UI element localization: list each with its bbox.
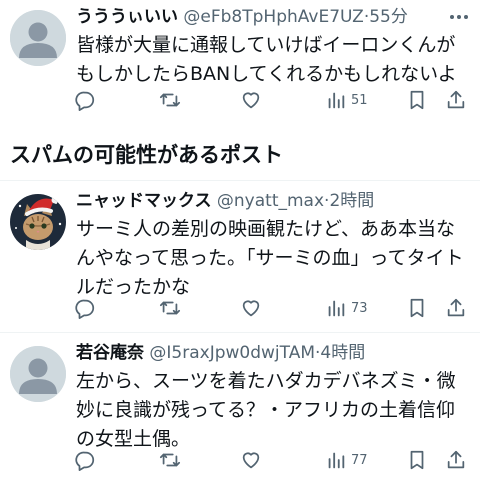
reply-button[interactable] (74, 83, 96, 117)
share-icon (447, 298, 465, 317)
view-count: 51 (351, 92, 368, 108)
bookmark-icon (410, 90, 424, 110)
person-silhouette-icon (10, 346, 66, 402)
views-icon (328, 452, 345, 469)
views-button[interactable]: 51 (325, 83, 368, 117)
share-button[interactable] (445, 443, 467, 477)
default-avatar[interactable] (10, 10, 66, 66)
author-handle[interactable]: @I5raxJpw0dwjTAM (149, 343, 315, 363)
post-time[interactable]: 4時間 (320, 343, 365, 363)
divider (0, 332, 480, 333)
bookmark-button[interactable] (406, 83, 428, 117)
reply-icon (75, 91, 95, 111)
views-button[interactable]: 73 (325, 291, 368, 325)
divider (0, 180, 480, 181)
post-text: 左から、スーツを着たハダカデバネズミ・微妙に良識が残ってる？・アフリカの土着信仰… (76, 370, 456, 450)
default-avatar[interactable] (10, 346, 66, 402)
repost-icon (159, 453, 181, 467)
author-handle[interactable]: @eFb8TpHphAvE7UZ (183, 7, 363, 27)
post-2[interactable]: ニャッドマックス @nyatt_max·2時間 サーミ人の差別の映画観たけど、あ… (0, 188, 480, 326)
action-bar: 73 (66, 291, 476, 325)
repost-button[interactable] (159, 291, 181, 325)
post-header: ニャッドマックス @nyatt_max·2時間 (76, 188, 472, 214)
like-icon (242, 92, 260, 109)
bookmark-button[interactable] (406, 291, 428, 325)
like-icon (242, 452, 260, 469)
like-button[interactable] (240, 443, 262, 477)
bookmark-icon (410, 450, 424, 470)
post-1[interactable]: うううぃいい @eFb8TpHphAvE7UZ·55分 皆様が大量に通報していけ… (0, 4, 480, 122)
views-button[interactable]: 77 (325, 443, 368, 477)
share-icon (447, 450, 465, 469)
author-name[interactable]: 若谷庵奈 (76, 343, 144, 363)
action-bar: 77 (66, 443, 476, 477)
share-button[interactable] (445, 291, 467, 325)
author-name[interactable]: ニャッドマックス (76, 191, 212, 211)
post-header: 若谷庵奈 @I5raxJpw0dwjTAM·4時間 (76, 340, 472, 366)
action-bar: 51 (66, 83, 476, 117)
repost-button[interactable] (159, 83, 181, 117)
view-count: 73 (351, 300, 368, 316)
like-button[interactable] (240, 291, 262, 325)
views-icon (328, 92, 345, 109)
repost-icon (159, 93, 181, 107)
repost-icon (159, 301, 181, 315)
like-icon (242, 300, 260, 317)
post-3[interactable]: 若谷庵奈 @I5raxJpw0dwjTAM·4時間 左から、スーツを着たハダカデ… (0, 340, 480, 483)
author-handle[interactable]: @nyatt_max (217, 191, 324, 211)
reply-button[interactable] (74, 443, 96, 477)
views-icon (328, 300, 345, 317)
repost-button[interactable] (159, 443, 181, 477)
view-count: 77 (351, 452, 368, 468)
post-time[interactable]: 2時間 (329, 191, 374, 211)
reply-icon (75, 451, 95, 471)
share-icon (447, 90, 465, 109)
section-title: スパムの可能性があるポスト (10, 143, 283, 167)
post-time[interactable]: 55分 (369, 7, 408, 27)
post-text: サーミ人の差別の映画観たけど、ああ本当なんやなって思った。「サーミの血」ってタイ… (76, 218, 464, 298)
post-text: 皆様が大量に通報していけばイーロンくんがもしかしたらBANしてくれるかもしれない… (76, 34, 457, 85)
reply-button[interactable] (74, 291, 96, 325)
post-header: うううぃいい @eFb8TpHphAvE7UZ·55分 (76, 4, 472, 30)
person-silhouette-icon (10, 10, 66, 66)
author-name[interactable]: うううぃいい (76, 7, 178, 27)
bookmark-button[interactable] (406, 443, 428, 477)
share-button[interactable] (445, 83, 467, 117)
like-button[interactable] (240, 83, 262, 117)
more-icon[interactable] (446, 4, 472, 30)
reply-icon (75, 299, 95, 319)
cat-santa-hat-image (10, 194, 66, 250)
bookmark-icon (410, 298, 424, 318)
cat-avatar[interactable] (10, 194, 66, 250)
